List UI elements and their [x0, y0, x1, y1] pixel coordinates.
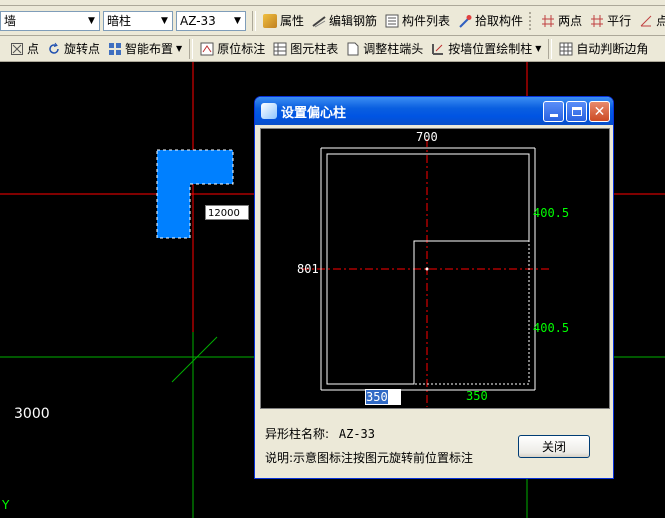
dim-bottom-left-input[interactable]: 350	[365, 389, 401, 405]
point-angle-button[interactable]: 点角	[635, 10, 665, 32]
dim-right-bottom-label: 400.5	[533, 321, 570, 335]
separator	[252, 10, 256, 31]
point-icon	[10, 42, 24, 56]
two-point-label: 两点	[558, 14, 583, 28]
chevron-down-icon[interactable]: ▼	[230, 12, 245, 30]
separator	[189, 38, 194, 59]
separator	[548, 38, 553, 59]
element-type-value: 墙	[4, 14, 17, 28]
point-button[interactable]: 点	[6, 38, 43, 60]
smart-layout-button[interactable]: 智能布置 ▼	[104, 38, 186, 60]
chevron-down-icon[interactable]: ▼	[176, 44, 182, 53]
close-window-button[interactable]: ✕	[589, 101, 610, 122]
close-icon: ✕	[593, 103, 606, 120]
maximize-icon	[571, 107, 582, 116]
point-angle-label: 点角	[656, 14, 665, 28]
rotate-point-button[interactable]: 旋转点	[43, 38, 104, 60]
edit-rebar-button[interactable]: 编辑钢筋	[308, 10, 381, 32]
draw-by-wall-label: 按墙位置绘制柱	[448, 42, 533, 56]
parallel-icon	[590, 14, 604, 28]
chevron-down-icon[interactable]: ▼	[535, 44, 541, 53]
rebar-icon	[312, 14, 326, 28]
in-place-label-button[interactable]: 原位标注	[196, 38, 269, 60]
close-button-label: 关闭	[541, 440, 566, 454]
element-type-select[interactable]: 墙 ▼	[0, 10, 100, 31]
property-label: 属性	[280, 14, 305, 28]
toolbar-grip[interactable]	[0, 40, 3, 58]
auto-judge-button[interactable]: 自动判断边角	[555, 38, 652, 60]
pick-component-button[interactable]: 拾取构件	[454, 10, 527, 32]
minimize-button[interactable]	[543, 101, 564, 122]
pick-icon	[458, 14, 472, 28]
component-list-label: 构件列表	[402, 14, 451, 28]
minimize-icon	[549, 114, 558, 117]
column-name-value: AZ-33	[338, 427, 375, 441]
toolbar-primary: 墙 ▼ 暗柱 ▼ AZ-33 ▼ 属性 编辑钢筋 构件列表 拾取构件 两点 平行…	[0, 6, 665, 36]
two-point-icon	[541, 14, 555, 28]
chevron-down-icon[interactable]: ▼	[84, 12, 99, 30]
edit-rebar-label: 编辑钢筋	[329, 14, 378, 28]
close-button[interactable]: 关闭	[518, 435, 590, 458]
grid-icon	[559, 42, 573, 56]
column-name-label: 异形柱名称: AZ-33	[265, 425, 375, 442]
y-axis-label: Y	[2, 498, 10, 512]
in-place-label-text: 原位标注	[217, 42, 266, 56]
component-name-select[interactable]: AZ-33 ▼	[176, 10, 246, 31]
axis-label: 3000	[14, 406, 50, 422]
app-icon	[261, 103, 277, 119]
parallel-button[interactable]: 平行	[586, 10, 635, 32]
draw-by-wall-button[interactable]: 按墙位置绘制柱 ▼	[427, 38, 545, 60]
dim-left-label: 801	[297, 262, 319, 276]
property-button[interactable]: 属性	[259, 10, 308, 32]
maximize-button[interactable]	[566, 101, 587, 122]
property-icon	[263, 13, 277, 28]
note-text: 说明:示意图标注按图元旋转前位置标注	[265, 451, 474, 465]
list-icon	[385, 14, 399, 28]
element-subtype-value: 暗柱	[107, 14, 132, 28]
element-subtype-select[interactable]: 暗柱 ▼	[103, 10, 173, 31]
dim-right-top-label: 400.5	[533, 206, 570, 220]
rotate-point-label: 旋转点	[64, 42, 101, 56]
point-angle-icon	[639, 14, 653, 28]
parallel-label: 平行	[607, 14, 632, 28]
auto-judge-label: 自动判断边角	[576, 42, 649, 56]
component-list-button[interactable]: 构件列表	[381, 10, 454, 32]
center-point	[425, 267, 429, 271]
chevron-down-icon[interactable]: ▼	[157, 12, 172, 30]
smart-layout-icon	[108, 42, 122, 56]
label-icon	[200, 42, 214, 56]
draw-wall-icon	[431, 42, 445, 56]
dimension-input[interactable]: 12000	[205, 205, 249, 220]
dim-bottom-right-label: 350	[466, 389, 488, 403]
adjust-icon	[346, 42, 360, 56]
pick-component-label: 拾取构件	[475, 14, 524, 28]
table-icon	[273, 42, 287, 56]
column-name-caption: 异形柱名称:	[265, 427, 330, 441]
column-preview: 700 801 400.5 400.5 350 350	[260, 128, 610, 409]
eccentric-column-dialog: 设置偏心柱 ✕ 700 801 400.5 400.5 350 350 异形柱名…	[254, 96, 614, 479]
dim-top-label: 700	[416, 130, 438, 144]
point-label: 点	[27, 42, 40, 56]
adjust-head-button[interactable]: 调整柱端头	[342, 38, 427, 60]
rotate-icon	[47, 42, 61, 56]
grid-line-green-diagonal	[171, 336, 218, 383]
component-name-value: AZ-33	[180, 13, 216, 28]
toolbar-grip[interactable]	[529, 11, 534, 30]
dim-bottom-left-selection: 350	[366, 390, 388, 404]
toolbar-secondary: 点 旋转点 智能布置 ▼ 原位标注 图元柱表 调整柱端头 按墙位置绘制柱 ▼ 自…	[0, 36, 665, 62]
column-table-button[interactable]: 图元柱表	[269, 38, 342, 60]
dialog-title: 设置偏心柱	[281, 105, 347, 121]
two-point-button[interactable]: 两点	[537, 10, 586, 32]
adjust-head-label: 调整柱端头	[363, 42, 424, 56]
smart-layout-label: 智能布置	[125, 42, 174, 56]
column-table-label: 图元柱表	[290, 42, 339, 56]
dialog-titlebar[interactable]: 设置偏心柱 ✕	[255, 97, 613, 125]
